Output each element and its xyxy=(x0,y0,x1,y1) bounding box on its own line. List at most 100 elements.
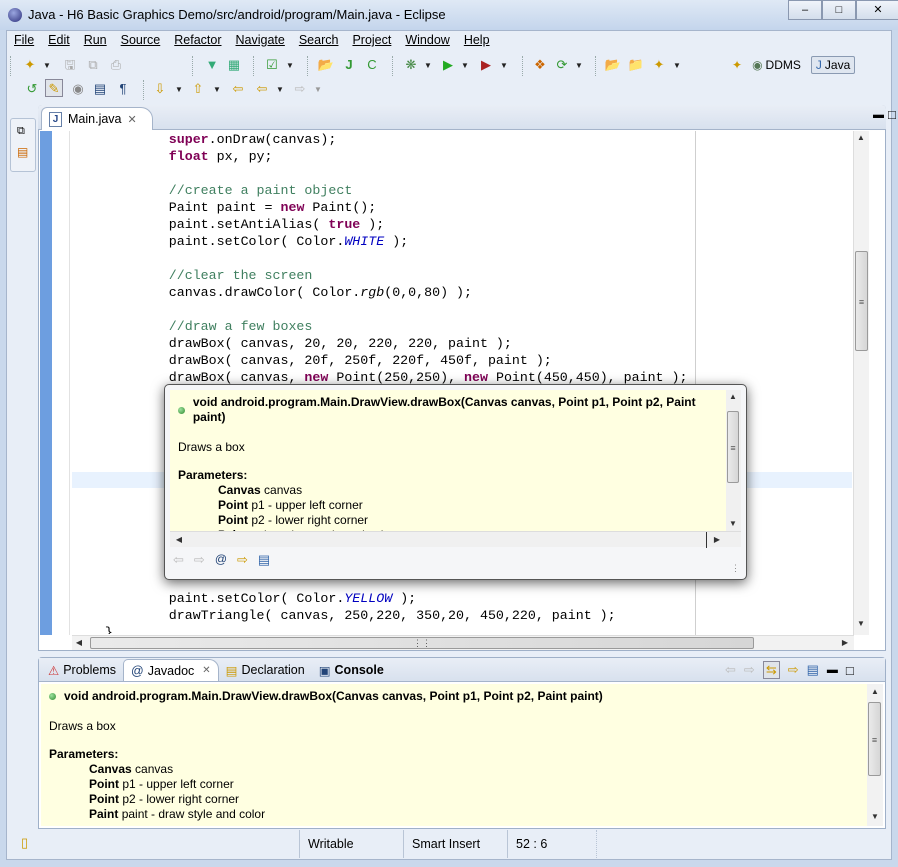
show-whitespace-block-icon[interactable]: ▤ xyxy=(91,80,109,98)
scroll-down-icon[interactable]: ▼ xyxy=(854,619,868,628)
scroll-down-icon[interactable]: ▼ xyxy=(726,519,740,528)
debug-icon[interactable]: ❋ xyxy=(402,56,420,74)
wand-dropdown[interactable]: ▼ xyxy=(673,61,681,70)
mark-occurrences-icon[interactable]: ✎ xyxy=(45,79,63,97)
back-dropdown[interactable]: ▼ xyxy=(276,85,284,94)
open-type-icon[interactable]: 📂 xyxy=(604,56,622,74)
pilcrow-icon[interactable]: ¶ xyxy=(114,80,132,98)
menu-run[interactable]: Run xyxy=(77,31,114,51)
close-tab-icon[interactable]: ✕ xyxy=(202,665,210,676)
hover-vertical-scrollbar[interactable]: ▲ ≡ ▼ xyxy=(726,390,741,531)
close-button[interactable]: ✕ xyxy=(856,0,898,20)
scroll-right-icon[interactable]: ▶ xyxy=(838,638,852,647)
run-icon[interactable]: ▶ xyxy=(439,56,457,74)
last-edit-icon[interactable]: ⇦ xyxy=(229,80,247,98)
javadoc-view-content: void android.program.Main.DrawView.drawB… xyxy=(41,684,867,826)
javadoc-vertical-scrollbar[interactable]: ▲ ≡ ▼ xyxy=(867,684,883,826)
scroll-thumb[interactable]: ≡ xyxy=(855,251,868,351)
menu-source[interactable]: Source xyxy=(114,31,168,51)
print-icon[interactable]: ⎙ xyxy=(107,56,125,74)
android-avd-icon[interactable]: ▦ xyxy=(225,56,243,74)
open-perspective-icon[interactable]: ✦ xyxy=(732,58,742,72)
resize-grip-icon[interactable]: ⋮ xyxy=(731,563,740,574)
minimize-editor-icon[interactable]: ▬ xyxy=(873,109,884,121)
menu-project[interactable]: Project xyxy=(345,31,398,51)
new-class-icon[interactable]: C xyxy=(363,56,381,74)
at-sign-icon[interactable]: @ xyxy=(215,552,227,568)
refresh-dropdown[interactable]: ▼ xyxy=(575,61,583,70)
scroll-thumb[interactable]: ≡ xyxy=(868,702,881,776)
maximize-editor-icon[interactable]: □ xyxy=(888,107,896,122)
editor-vertical-scrollbar[interactable]: ▲ ≡ ▼ xyxy=(853,131,869,635)
restore-icon[interactable]: ⧉ xyxy=(17,125,25,138)
new-icon[interactable]: ✦ xyxy=(21,56,39,74)
link-with-selection-icon[interactable]: ⇆ xyxy=(762,661,780,679)
scroll-left-icon[interactable]: ◀ xyxy=(72,638,86,647)
minimize-view-icon[interactable]: ▬ xyxy=(827,664,838,676)
scroll-up-icon[interactable]: ▲ xyxy=(868,687,882,696)
menu-edit[interactable]: Edit xyxy=(41,31,77,51)
scroll-up-icon[interactable]: ▲ xyxy=(726,392,740,401)
tab-javadoc[interactable]: @ Javadoc ✕ xyxy=(123,659,219,681)
maximize-view-icon[interactable]: □ xyxy=(846,663,854,678)
open-external-javadoc-icon[interactable]: ▤ xyxy=(807,662,819,678)
scroll-thumb[interactable]: ≡ xyxy=(727,411,739,483)
close-tab-icon[interactable]: ✕ xyxy=(128,113,137,126)
open-external-javadoc-icon[interactable]: ▤ xyxy=(258,552,270,568)
perspective-ddms[interactable]: ◉ DDMS xyxy=(748,57,805,73)
tab-main-java[interactable]: J Main.java ✕ xyxy=(41,107,153,130)
perspective-java[interactable]: J Java xyxy=(810,56,856,74)
next-annotation-icon[interactable]: ↺ xyxy=(23,80,41,98)
debug-dropdown[interactable]: ▼ xyxy=(424,61,432,70)
fast-view-icon[interactable]: ▯ xyxy=(21,835,28,851)
menu-refactor[interactable]: Refactor xyxy=(167,31,228,51)
menu-search[interactable]: Search xyxy=(292,31,346,51)
maximize-button[interactable]: □ xyxy=(822,0,856,20)
back-icon[interactable]: ⇦ xyxy=(173,552,184,568)
open-declaration-icon[interactable]: ⇨ xyxy=(237,552,248,568)
back-icon[interactable]: ⇦ xyxy=(725,662,736,678)
check-dropdown[interactable]: ▼ xyxy=(286,61,294,70)
save-all-icon[interactable]: ⧉ xyxy=(84,56,102,74)
forward-dropdown[interactable]: ▼ xyxy=(314,85,322,94)
tab-problems[interactable]: ⚠ Problems xyxy=(41,659,123,681)
wand-icon[interactable]: ✦ xyxy=(650,56,668,74)
run-dropdown[interactable]: ▼ xyxy=(461,61,469,70)
menu-file[interactable]: File xyxy=(7,31,41,51)
menu-help[interactable]: Help xyxy=(457,31,497,51)
forward-icon[interactable]: ⇨ xyxy=(744,662,755,678)
checkbox-icon[interactable]: ☑ xyxy=(263,56,281,74)
next-edit-dropdown[interactable]: ▼ xyxy=(175,85,183,94)
new-project-icon[interactable]: 📂 xyxy=(317,56,335,74)
refresh-icon[interactable]: ⟳ xyxy=(553,56,571,74)
back-icon[interactable]: ⇦ xyxy=(253,80,271,98)
scroll-up-icon[interactable]: ▲ xyxy=(854,133,868,142)
minimize-button[interactable]: – xyxy=(788,0,822,20)
prev-edit-dropdown[interactable]: ▼ xyxy=(213,85,221,94)
tab-declaration[interactable]: ▤ Declaration xyxy=(219,659,312,681)
forward-icon[interactable]: ⇨ xyxy=(194,552,205,568)
scroll-right-icon[interactable]: ▶ xyxy=(710,535,724,544)
open-folder-icon[interactable]: 📁 xyxy=(627,56,645,74)
hover-horizontal-scrollbar[interactable]: ◀ ▶ xyxy=(170,531,741,548)
menu-window[interactable]: Window xyxy=(398,31,456,51)
ext-dropdown[interactable]: ▼ xyxy=(500,61,508,70)
hscroll-thumb[interactable]: ⋮⋮ xyxy=(90,637,754,649)
open-declaration-icon[interactable]: ⇨ xyxy=(788,662,799,678)
scroll-left-icon[interactable]: ◀ xyxy=(172,535,186,544)
junit-icon[interactable]: J xyxy=(340,56,358,74)
save-icon[interactable]: 🖫 xyxy=(61,56,79,74)
scroll-down-icon[interactable]: ▼ xyxy=(868,812,882,821)
forward-icon[interactable]: ⇨ xyxy=(291,80,309,98)
external-tools-icon[interactable]: ▶ xyxy=(477,56,495,74)
prev-edit-icon[interactable]: ⇧ xyxy=(189,80,207,98)
build-icon[interactable]: ❖ xyxy=(531,56,549,74)
menu-navigate[interactable]: Navigate xyxy=(229,31,292,51)
editor-horizontal-scrollbar[interactable]: ◀ ⋮⋮ ▶ xyxy=(72,635,854,650)
tab-console[interactable]: ▣ Console xyxy=(312,659,391,681)
android-sdk-icon[interactable]: ▼ xyxy=(203,56,221,74)
next-edit-icon[interactable]: ⇩ xyxy=(151,80,169,98)
outline-icon[interactable]: ▤ xyxy=(17,145,28,159)
toggle-block-icon[interactable]: ◉ xyxy=(69,80,87,98)
new-dropdown[interactable]: ▼ xyxy=(43,61,51,70)
